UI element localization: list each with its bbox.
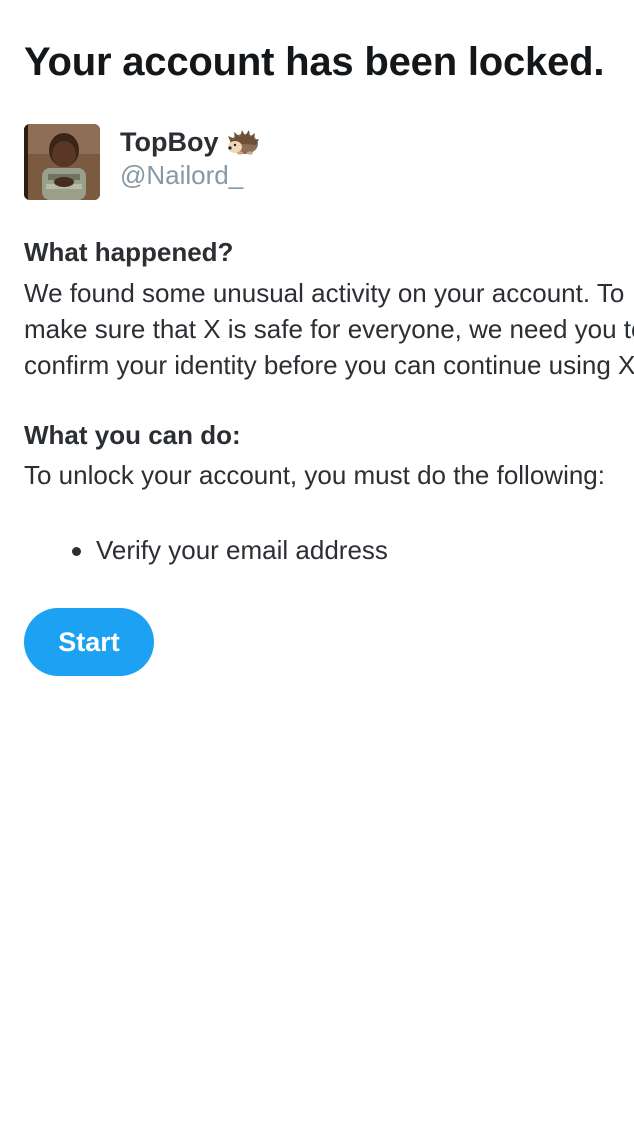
avatar xyxy=(24,124,100,200)
display-name-row: TopBoy xyxy=(120,124,260,160)
avatar-image xyxy=(24,124,100,200)
what-happened-line: confirm your identity before you can con… xyxy=(24,350,634,380)
what-you-can-do-heading: What you can do: xyxy=(24,420,241,450)
hedgehog-icon xyxy=(226,129,260,155)
start-button[interactable]: Start xyxy=(24,608,154,676)
what-happened-line: We found some unusual activity on your a… xyxy=(24,278,625,308)
steps-list: Verify your email address xyxy=(24,532,388,568)
what-happened-text: We found some unusual activity on your a… xyxy=(24,275,634,383)
what-you-can-do-text: To unlock your account, you must do the … xyxy=(24,457,634,493)
account-handle: @Nailord_ xyxy=(120,160,244,190)
what-happened-heading: What happened? xyxy=(24,237,234,267)
bullet-icon xyxy=(72,547,81,556)
what-happened-line: make sure that X is safe for everyone, w… xyxy=(24,314,634,344)
list-item: Verify your email address xyxy=(24,532,388,568)
display-name: TopBoy xyxy=(120,126,219,157)
step-label: Verify your email address xyxy=(96,535,388,565)
page-title: Your account has been locked. xyxy=(24,40,605,84)
what-you-can-do-line: To unlock your account, you must do the … xyxy=(24,460,605,490)
